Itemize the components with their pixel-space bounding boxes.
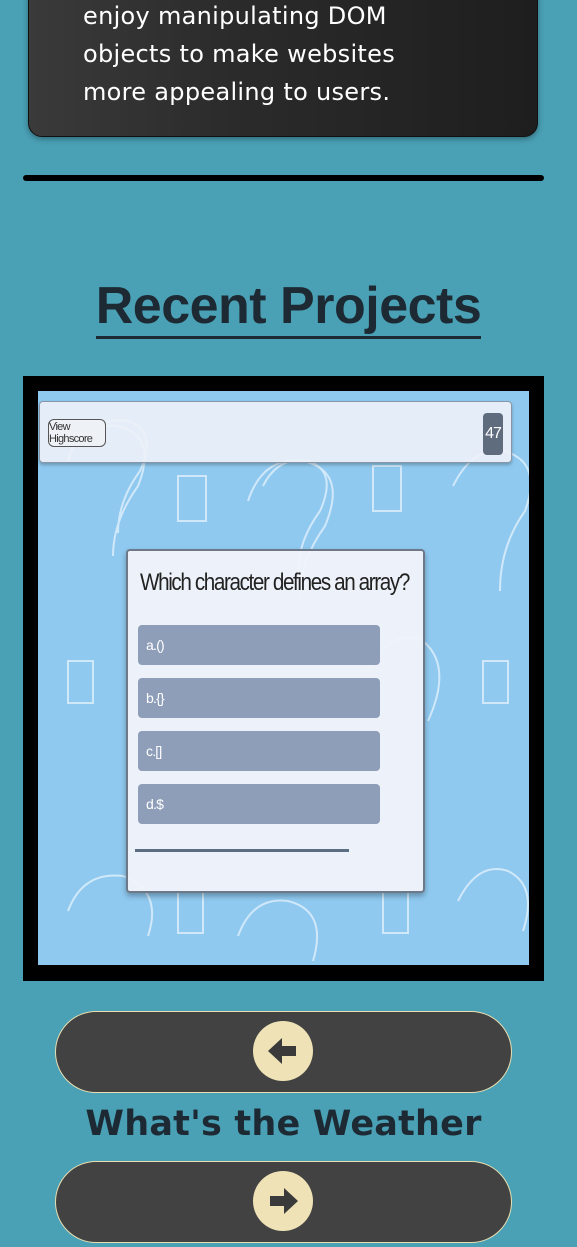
prev-project-button[interactable] (55, 1011, 512, 1093)
view-highscore-button[interactable]: View Highscore (48, 419, 106, 447)
arrow-right-icon (253, 1171, 313, 1231)
answer-option[interactable]: a.() (138, 625, 380, 665)
section-title-text: Recent Projects (95, 276, 482, 339)
answer-option[interactable]: d.$ (138, 784, 380, 824)
about-text: enjoy manipulating DOM objects to make w… (83, 0, 503, 111)
about-line: enjoy manipulating DOM (83, 2, 387, 30)
timer-badge: 47 (483, 413, 503, 455)
quiz-card: Which character defines an array? a.() b… (126, 549, 425, 893)
quiz-question: Which character defines an array? (140, 569, 410, 596)
project-frame[interactable]: View Highscore 47 Which character define… (23, 376, 544, 981)
next-project-button[interactable] (55, 1161, 512, 1243)
section-title: Recent Projects (0, 276, 577, 339)
quiz-header: View Highscore 47 (39, 401, 512, 463)
about-line: objects to make websites (83, 40, 396, 68)
project-name: What's the Weather (85, 1104, 482, 1144)
about-card: enjoy manipulating DOM objects to make w… (28, 0, 538, 137)
arrow-left-icon (253, 1021, 313, 1081)
about-line: more appealing to users. (83, 78, 391, 106)
quiz-divider (135, 849, 349, 852)
section-divider (23, 175, 544, 181)
answer-option[interactable]: c.[] (138, 731, 380, 771)
answer-option[interactable]: b.{} (138, 678, 380, 718)
project-screenshot[interactable]: View Highscore 47 Which character define… (38, 391, 529, 965)
